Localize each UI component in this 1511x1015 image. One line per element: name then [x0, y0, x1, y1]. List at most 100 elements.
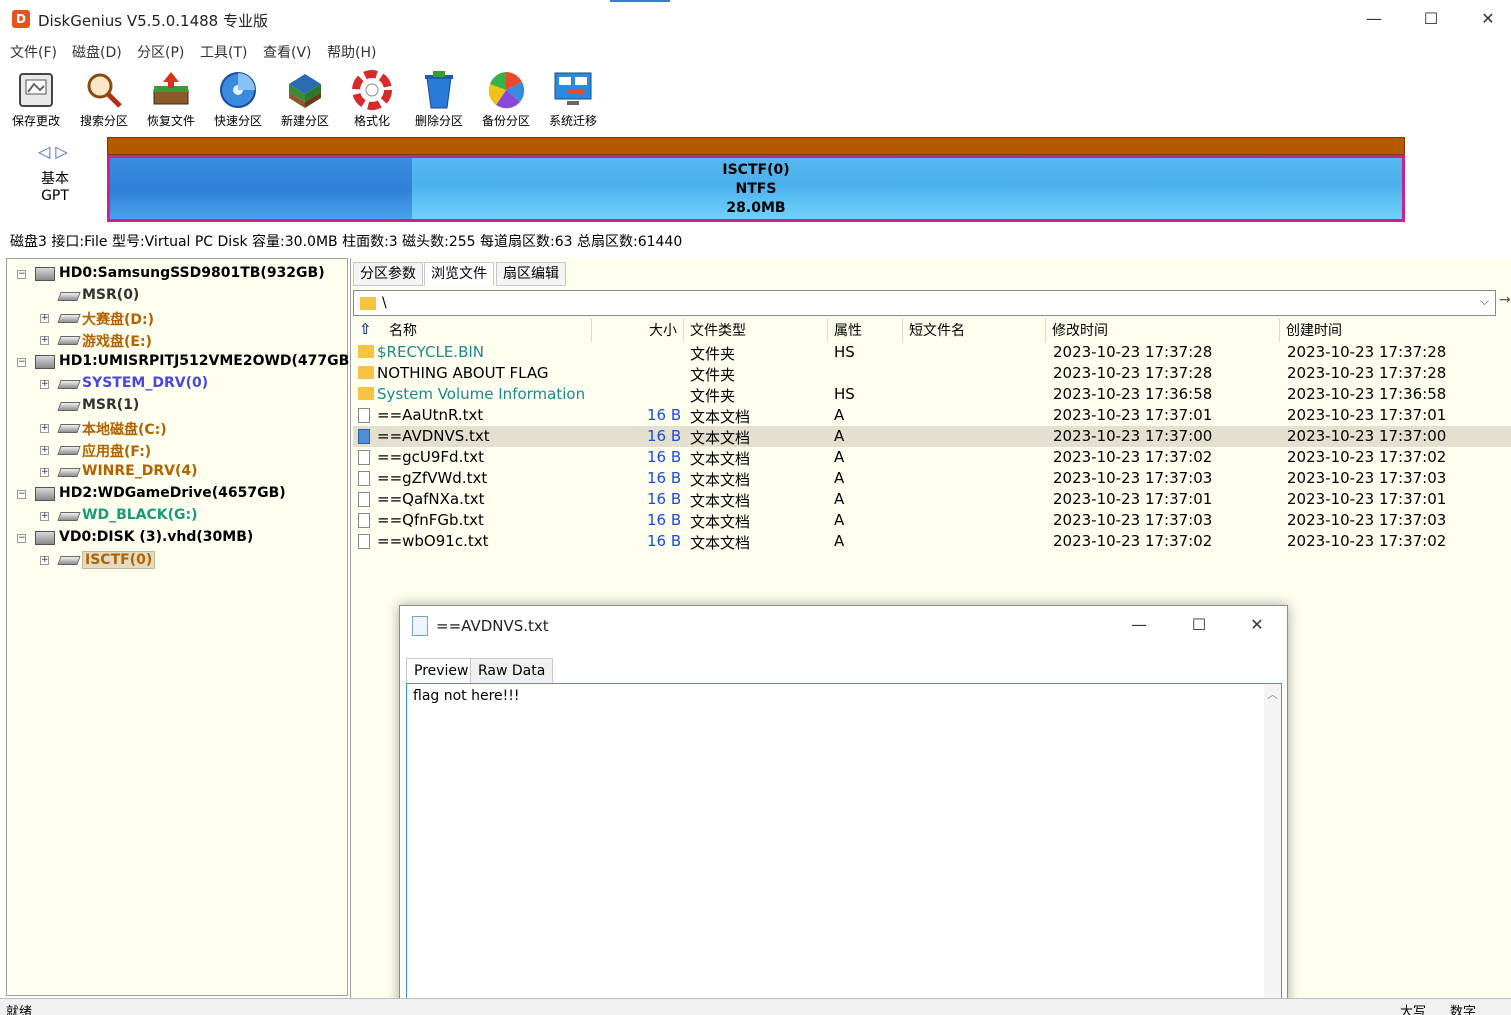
- col-separator[interactable]: [827, 318, 828, 342]
- tree-node-label: MSR(1): [82, 397, 140, 413]
- tree-disk-node[interactable]: − HD0:SamsungSSD9801TB(932GB): [7, 263, 347, 285]
- collapse-icon[interactable]: −: [17, 490, 26, 499]
- path-bar[interactable]: \ ⌵: [353, 290, 1496, 316]
- parent-dir-up-icon[interactable]: ⇧: [359, 320, 372, 338]
- preview-close-button[interactable]: ✕: [1234, 610, 1280, 640]
- file-list-row[interactable]: ==AaUtnR.txt 16 B 文本文档 A 2023-10-23 17:37:01…: [353, 405, 1511, 426]
- tree-partition-node[interactable]: + ISCTF(0): [7, 549, 347, 571]
- tab-browse-files[interactable]: 浏览文件: [424, 262, 494, 286]
- tab-partition-params[interactable]: 分区参数: [353, 262, 423, 286]
- col-separator[interactable]: [902, 318, 903, 342]
- backup-partition-button[interactable]: 备份分区: [475, 68, 537, 128]
- tree-partition-node[interactable]: + WINRE_DRV(4): [7, 461, 347, 483]
- file-cell-size: 16 B: [647, 532, 682, 550]
- tree-partition-node[interactable]: + WD_BLACK(G:): [7, 505, 347, 527]
- expand-icon[interactable]: +: [40, 336, 49, 345]
- disk-nav-arrows-icon[interactable]: ◁ ▷: [38, 142, 68, 161]
- file-cell-name: ==AaUtnR.txt: [377, 406, 484, 424]
- quick-partition-button[interactable]: 快速分区: [207, 68, 269, 128]
- menu-disk[interactable]: 磁盘(D): [72, 42, 122, 62]
- delete-partition-button[interactable]: 删除分区: [408, 68, 470, 128]
- expand-icon[interactable]: +: [40, 556, 49, 565]
- col-separator[interactable]: [1279, 318, 1280, 342]
- col-header-name[interactable]: 名称: [389, 320, 417, 340]
- col-separator[interactable]: [683, 318, 684, 342]
- expand-icon[interactable]: +: [40, 314, 49, 323]
- search-icon: [84, 70, 124, 110]
- expand-icon[interactable]: +: [40, 468, 49, 477]
- tab-preview[interactable]: Preview: [406, 658, 477, 684]
- col-header-size[interactable]: 大小: [649, 320, 677, 340]
- partition-size: 28.0MB: [726, 200, 786, 216]
- expand-icon[interactable]: +: [40, 512, 49, 521]
- file-list-row[interactable]: ==AVDNVS.txt 16 B 文本文档 A 2023-10-23 17:37:00…: [353, 426, 1511, 447]
- disk-capacity-bar: [107, 137, 1405, 155]
- file-list-row[interactable]: NOTHING ABOUT FLAG 文件夹 2023-10-23 17:37:28…: [353, 363, 1511, 384]
- file-cell-size: 16 B: [647, 469, 682, 487]
- partition-block-isctf[interactable]: ISCTF(0) NTFS 28.0MB: [107, 155, 1405, 222]
- file-list-row[interactable]: ==QfnFGb.txt 16 B 文本文档 A 2023-10-23 17:37:03…: [353, 510, 1511, 531]
- col-header-type[interactable]: 文件类型: [690, 320, 746, 340]
- search-partition-button[interactable]: 搜索分区: [73, 68, 135, 128]
- file-list-row[interactable]: System Volume Information 文件夹 HS 2023-10-23…: [353, 384, 1511, 405]
- file-list-row[interactable]: ==wbO91c.txt 16 B 文本文档 A 2023-10-23 17:37:02…: [353, 531, 1511, 552]
- col-header-shortname[interactable]: 短文件名: [909, 320, 965, 340]
- tab-raw-data[interactable]: Raw Data: [470, 658, 554, 684]
- new-partition-button[interactable]: 新建分区: [274, 68, 336, 128]
- restore-files-button[interactable]: 恢复文件: [140, 68, 202, 128]
- tree-partition-node[interactable]: + SYSTEM_DRV(0): [7, 373, 347, 395]
- expand-icon[interactable]: +: [40, 380, 49, 389]
- file-list-row[interactable]: ==gZfVWd.txt 16 B 文本文档 A 2023-10-23 17:37:03…: [353, 468, 1511, 489]
- file-cell-name: ==gcU9Fd.txt: [377, 448, 484, 466]
- col-header-modified[interactable]: 修改时间: [1052, 320, 1108, 340]
- file-list-row[interactable]: ==QafNXa.txt 16 B 文本文档 A 2023-10-23 17:37:01…: [353, 489, 1511, 510]
- col-separator[interactable]: [591, 318, 592, 342]
- save-changes-button[interactable]: 保存更改: [5, 68, 67, 128]
- preview-scrollbar[interactable]: ︿: [1264, 684, 1281, 1015]
- tree-partition-node[interactable]: MSR(1): [7, 395, 347, 417]
- preview-maximize-button[interactable]: ☐: [1176, 610, 1222, 640]
- maximize-button[interactable]: ☐: [1408, 4, 1454, 34]
- preview-minimize-button[interactable]: —: [1116, 610, 1162, 640]
- go-arrow-icon[interactable]: →: [1499, 292, 1511, 308]
- preview-content-area[interactable]: flag not here!!! ︿: [406, 683, 1282, 1015]
- expand-icon[interactable]: +: [40, 446, 49, 455]
- menu-file[interactable]: 文件(F): [10, 42, 57, 62]
- menu-view[interactable]: 查看(V): [263, 42, 312, 62]
- file-cell-size: 16 B: [647, 406, 682, 424]
- file-list-row[interactable]: $RECYCLE.BIN 文件夹 HS 2023-10-23 17:37:28 2023…: [353, 342, 1511, 363]
- file-list-row[interactable]: ==gcU9Fd.txt 16 B 文本文档 A 2023-10-23 17:37:02…: [353, 447, 1511, 468]
- tree-disk-node[interactable]: − VD0:DISK (3).vhd(30MB): [7, 527, 347, 549]
- tree-disk-node[interactable]: − HD1:UMISRPITJ512VME2OWD(477GB: [7, 351, 349, 373]
- tree-disk-node[interactable]: − HD2:WDGameDrive(4657GB): [7, 483, 347, 505]
- file-cell-type: 文本文档: [690, 492, 751, 510]
- collapse-icon[interactable]: −: [17, 358, 26, 367]
- file-cell-name: ==AVDNVS.txt: [377, 427, 490, 445]
- expand-icon[interactable]: +: [40, 424, 49, 433]
- col-separator[interactable]: [1045, 318, 1046, 342]
- close-button[interactable]: ✕: [1465, 4, 1511, 34]
- menu-help[interactable]: 帮助(H): [327, 42, 376, 62]
- diskgenius-logo-icon: D: [12, 10, 30, 28]
- tree-partition-node[interactable]: + 本地磁盘(C:): [7, 417, 347, 439]
- tree-partition-node[interactable]: + 应用盘(F:): [7, 439, 347, 461]
- tree-partition-node[interactable]: + 大赛盘(D:): [7, 307, 347, 329]
- scroll-up-icon[interactable]: ︿: [1267, 686, 1278, 702]
- col-header-created[interactable]: 创建时间: [1286, 320, 1342, 340]
- tab-sector-editor[interactable]: 扇区编辑: [496, 262, 566, 286]
- hard-disk-icon: [35, 355, 55, 369]
- format-button[interactable]: 格式化: [341, 68, 403, 128]
- partition-name: ISCTF(0): [722, 162, 790, 178]
- tree-partition-node[interactable]: + 游戏盘(E:): [7, 329, 347, 351]
- tree-partition-node[interactable]: MSR(0): [7, 285, 347, 307]
- collapse-icon[interactable]: −: [17, 270, 26, 279]
- file-cell-modified: 2023-10-23 17:37:00: [1053, 427, 1213, 445]
- collapse-icon[interactable]: −: [17, 534, 26, 543]
- menu-tools[interactable]: 工具(T): [200, 42, 247, 62]
- chevron-down-icon[interactable]: ⌵: [1480, 294, 1489, 309]
- col-header-attr[interactable]: 属性: [834, 320, 862, 340]
- file-cell-created: 2023-10-23 17:37:28: [1287, 364, 1447, 382]
- system-migrate-button[interactable]: 系统迁移: [542, 68, 604, 128]
- minimize-button[interactable]: —: [1351, 4, 1397, 34]
- menu-partition[interactable]: 分区(P): [137, 42, 184, 62]
